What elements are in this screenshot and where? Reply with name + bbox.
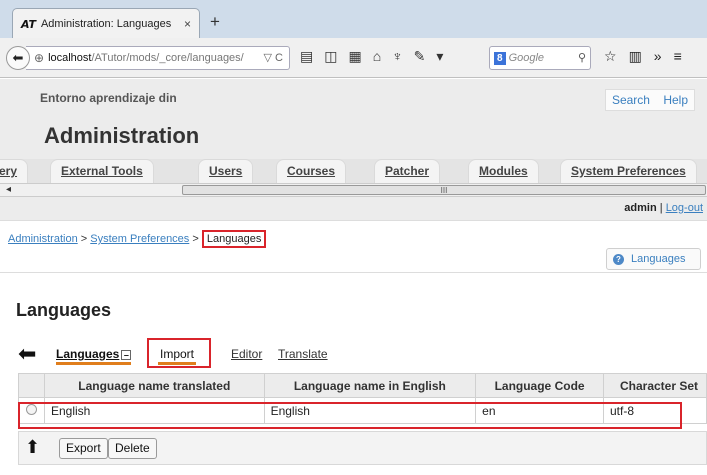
horizontal-scrollbar[interactable]: ◂ III xyxy=(0,183,707,197)
admin-nav-tabs: ery External Tools Users Courses Patcher… xyxy=(0,159,707,183)
bookmark-star-icon[interactable]: ☆ xyxy=(604,48,617,65)
reload-controls[interactable]: ▽ C xyxy=(264,51,283,64)
search-engine-icon[interactable]: 8 xyxy=(494,51,506,65)
subtab-languages[interactable]: Languages – xyxy=(56,347,132,365)
breadcrumb-administration[interactable]: Administration xyxy=(8,233,78,245)
section-heading: Languages xyxy=(16,300,112,320)
site-name: Entorno aprendizaje din xyxy=(40,91,177,105)
breadcrumb: Administration > System Preferences > La… xyxy=(8,230,267,248)
logout-link[interactable]: Log-out xyxy=(666,202,703,214)
nav-tab-gallery[interactable]: ery xyxy=(0,159,29,183)
browser-nav-bar: ⊕ localhost/ATutor/mods/_core/languages/… xyxy=(0,38,707,78)
browser-right-icons: ☆ ▥ » ≡ xyxy=(604,48,682,65)
close-tab-icon[interactable]: × xyxy=(184,17,191,31)
search-icon[interactable]: ⚲ xyxy=(578,51,586,64)
nav-tab-external-tools[interactable]: External Tools xyxy=(50,159,154,183)
address-bar[interactable]: ⊕ localhost/ATutor/mods/_core/languages/… xyxy=(26,46,290,70)
row-radio-button[interactable] xyxy=(26,403,37,415)
new-tab-icon[interactable]: + xyxy=(210,13,220,30)
user-bar: admin | Log-out xyxy=(0,197,707,221)
table-row[interactable]: English English en utf-8 xyxy=(18,397,707,424)
scrollbar-thumb[interactable]: III xyxy=(182,185,706,195)
back-arrow-icon: ⬅ xyxy=(12,50,24,65)
help-link[interactable]: Help xyxy=(663,93,688,107)
search-placeholder: Google xyxy=(508,52,545,64)
web-page: Entorno aprendizaje din Search Help Admi… xyxy=(0,79,707,475)
reader-icon[interactable]: ▤ xyxy=(300,48,313,65)
extension-icon[interactable]: ♆ xyxy=(392,48,403,65)
table-header-row: Language name translated Language name i… xyxy=(18,373,707,398)
site-header: Entorno aprendizaje din Search Help Admi… xyxy=(0,79,707,159)
home-icon[interactable]: ⌂ xyxy=(373,48,381,65)
collapse-icon[interactable]: – xyxy=(121,349,132,360)
nav-tab-modules[interactable]: Modules xyxy=(468,159,539,183)
user-separator: | xyxy=(659,202,663,214)
sidebar-icon[interactable]: ◫ xyxy=(324,48,337,65)
dropdown-icon[interactable]: ▾ xyxy=(436,48,443,65)
browser-toolbar-icons: ▤ ◫ ▦ ⌂ ♆ ✎ ▾ xyxy=(300,48,443,65)
sub-navigation: ⬅ Languages – Import Editor Translate xyxy=(18,338,707,369)
row-select-cell xyxy=(18,397,45,424)
cell-name-translated: English xyxy=(43,397,265,424)
divider xyxy=(0,272,707,273)
atutor-logo-icon: AT xyxy=(21,17,36,31)
search-help-links: Search Help xyxy=(604,89,695,111)
tool-icon[interactable]: ✎ xyxy=(414,48,426,65)
column-header-name-english[interactable]: Language name in English xyxy=(263,373,477,398)
languages-table: Language name translated Language name i… xyxy=(18,373,707,424)
browser-tab-title: Administration: Languages xyxy=(40,18,172,30)
subtab-languages-label: Languages xyxy=(56,347,120,361)
subtab-translate[interactable]: Translate xyxy=(278,347,328,361)
menu-icon[interactable]: ≡ xyxy=(674,48,682,65)
page-title: Administration xyxy=(44,123,200,148)
column-header-select xyxy=(18,373,45,398)
nav-tab-users[interactable]: Users xyxy=(198,159,254,183)
cell-name-english: English xyxy=(263,397,477,424)
languages-help-tab[interactable]: ? Languages xyxy=(606,248,701,270)
globe-icon: ⊕ xyxy=(34,51,45,65)
url-path: /ATutor/mods/_core/languages/ xyxy=(91,52,244,64)
breadcrumb-separator: > xyxy=(80,233,88,245)
overflow-icon[interactable]: » xyxy=(654,48,662,65)
breadcrumb-separator: > xyxy=(192,233,199,245)
back-button[interactable]: ⬅ xyxy=(6,46,30,70)
table-actions-bar: ⬆ Export Delete xyxy=(18,431,707,465)
delete-button[interactable]: Delete xyxy=(108,438,157,459)
column-header-name-translated[interactable]: Language name translated xyxy=(43,373,265,398)
up-arrow-icon: ⬆ xyxy=(25,437,41,457)
user-info: admin | Log-out xyxy=(624,202,703,214)
username: admin xyxy=(624,202,657,214)
breadcrumb-current: Languages xyxy=(201,230,267,248)
browser-tab-bar: AT Administration: Languages × + xyxy=(0,0,707,39)
nav-tab-patcher[interactable]: Patcher xyxy=(374,159,441,183)
column-header-code[interactable]: Language Code xyxy=(475,373,604,398)
grid-icon[interactable]: ▦ xyxy=(348,48,361,65)
subtab-import[interactable]: Import xyxy=(158,347,197,365)
nav-tab-system-preferences[interactable]: System Preferences xyxy=(560,159,697,183)
breadcrumb-system-preferences[interactable]: System Preferences xyxy=(90,233,189,245)
cell-code: en xyxy=(475,397,604,424)
url-host: localhost xyxy=(48,52,92,64)
browser-tab[interactable]: AT Administration: Languages × xyxy=(12,8,200,39)
column-header-charset[interactable]: Character Set xyxy=(602,373,707,398)
browser-search-box[interactable]: 8 Google ⚲ xyxy=(489,46,591,70)
cell-charset: utf-8 xyxy=(602,397,707,424)
help-icon: ? xyxy=(613,253,624,265)
export-button[interactable]: Export xyxy=(59,438,108,459)
help-tab-label: Languages xyxy=(631,253,686,265)
nav-tab-courses[interactable]: Courses xyxy=(276,159,347,183)
search-link[interactable]: Search xyxy=(612,93,650,107)
library-icon[interactable]: ▥ xyxy=(629,48,642,65)
subtab-editor[interactable]: Editor xyxy=(231,347,262,361)
scroll-left-icon[interactable]: ◂ xyxy=(6,184,11,195)
back-arrow-icon[interactable]: ⬅ xyxy=(18,343,36,365)
